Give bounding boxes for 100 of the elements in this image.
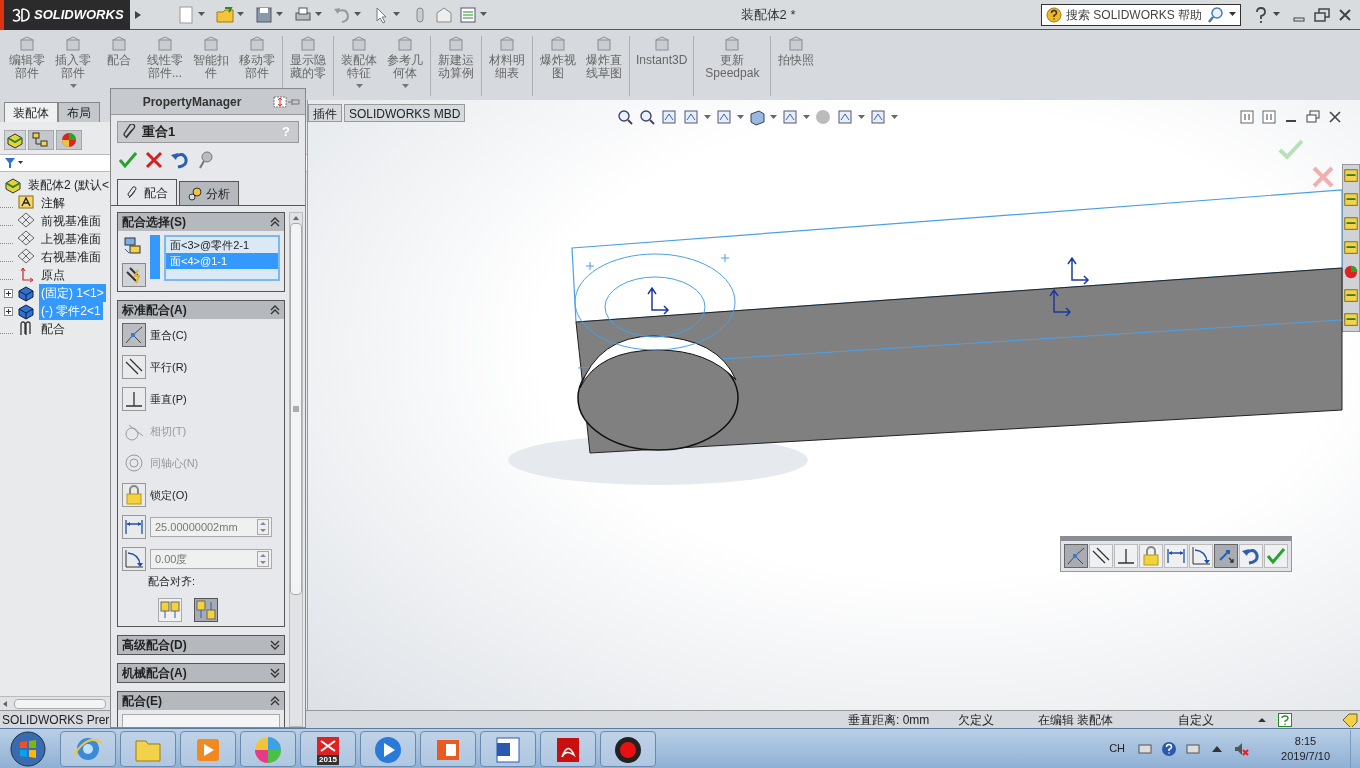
close-icon[interactable] <box>1338 7 1352 22</box>
dropdown-arrow-icon[interactable] <box>891 114 898 120</box>
command-button[interactable]: 材料明细表 <box>484 36 530 80</box>
start-button-icon[interactable] <box>8 729 48 768</box>
dropdown-arrow-icon[interactable] <box>737 114 744 120</box>
zoom-to-fit-icon[interactable] <box>616 108 634 126</box>
mate-popup-button[interactable] <box>1089 544 1113 568</box>
taskbar-button[interactable]: 2015 <box>300 730 356 767</box>
clock-date[interactable]: 2019/7/10 <box>1281 748 1330 764</box>
property-tree-tab-icon[interactable] <box>28 130 54 150</box>
distance-field[interactable]: 25.00000002mm <box>150 517 272 537</box>
mate-type-option[interactable]: 锁定(O) <box>122 483 280 507</box>
swap-selection-icon[interactable] <box>122 235 144 257</box>
open-folder-icon[interactable] <box>215 4 235 25</box>
tree-item[interactable]: 配合 <box>39 320 67 338</box>
command-button[interactable]: 更新 Speedpak <box>696 36 769 80</box>
clock-time[interactable]: 8:15 <box>1294 733 1317 749</box>
help-icon[interactable] <box>1278 712 1292 727</box>
checkmark-icon[interactable] <box>1278 138 1304 160</box>
display-style-icon[interactable] <box>748 108 766 126</box>
feature-tree-tab-icon[interactable] <box>4 130 26 150</box>
spinner-arrows-icon[interactable] <box>257 551 269 567</box>
alignment-button[interactable] <box>194 597 218 622</box>
scrollbar-thumb[interactable] <box>290 223 302 595</box>
zoom-area-icon[interactable] <box>638 108 656 126</box>
dropdown-arrow-icon[interactable] <box>858 114 865 120</box>
section-header[interactable]: 标准配合(A) <box>118 301 284 319</box>
expand-plus-icon[interactable] <box>4 306 13 316</box>
section-header[interactable]: 机械配合(A) <box>118 663 284 682</box>
list-item[interactable]: 面<3>@零件2-1 <box>166 237 278 253</box>
command-button[interactable]: 新建运动算例 <box>433 36 479 80</box>
spinner-arrows-icon[interactable] <box>257 519 269 535</box>
mate-type-option[interactable]: 重合(C) <box>122 323 280 347</box>
horizontal-scrollbar[interactable] <box>0 696 110 710</box>
appearance-tab-icon[interactable] <box>56 130 82 150</box>
tree-item[interactable]: 上视基准面 <box>39 230 103 248</box>
tile-left-icon[interactable] <box>1240 110 1254 124</box>
save-icon[interactable] <box>254 4 274 25</box>
command-button[interactable]: 爆炸直线草图 <box>581 36 627 80</box>
command-button[interactable]: 插入零部件 <box>50 36 96 89</box>
mate-pin-icon[interactable] <box>122 263 146 287</box>
filter-icon[interactable] <box>4 156 24 170</box>
tree-item[interactable]: 右视基准面 <box>39 248 103 266</box>
command-button[interactable]: 显示隐藏的零 <box>285 36 331 80</box>
panel-tab[interactable]: 分析 <box>179 181 239 205</box>
mate-type-option[interactable]: 平行(R) <box>122 355 280 379</box>
dropdown-arrow-icon[interactable] <box>276 12 283 17</box>
dropdown-arrow-icon[interactable] <box>237 12 244 17</box>
close-icon[interactable] <box>143 149 163 169</box>
restore-icon[interactable] <box>1314 7 1330 22</box>
expand-plus-icon[interactable] <box>4 288 13 298</box>
dropdown-arrow-icon[interactable] <box>198 12 205 17</box>
angle-icon[interactable] <box>123 548 145 570</box>
language-indicator[interactable]: CH <box>1109 740 1126 757</box>
taskbar-button[interactable] <box>480 730 536 767</box>
tree-item[interactable]: 前视基准面 <box>39 212 103 230</box>
command-button[interactable]: 编辑零部件 <box>4 36 50 80</box>
command-button[interactable]: 移动零部件 <box>234 36 280 80</box>
dropdown-arrow-icon[interactable] <box>1273 12 1280 17</box>
command-button[interactable]: 线性零部件... <box>142 36 188 80</box>
command-button[interactable]: 装配体特征 <box>336 36 382 89</box>
tree-item[interactable]: 原点 <box>39 266 67 284</box>
restore-icon[interactable] <box>1306 110 1320 124</box>
help-icon[interactable] <box>1161 740 1178 757</box>
section-header[interactable]: 高级配合(D) <box>118 635 284 654</box>
command-button[interactable]: 爆炸视图 <box>535 36 581 80</box>
tree-item[interactable]: 注解 <box>39 194 67 212</box>
dropdown-arrow-icon[interactable] <box>803 114 810 120</box>
section-header[interactable]: 配合选择(S) <box>118 213 284 231</box>
search-field[interactable]: 搜索 SOLIDWORKS 帮助 <box>1041 3 1241 26</box>
vertical-scrollbar[interactable] <box>289 212 303 727</box>
dropdown-arrow-icon[interactable] <box>770 114 777 120</box>
checkmark-icon[interactable] <box>117 149 137 169</box>
mate-popup-button[interactable] <box>1239 544 1263 568</box>
mate-popup-button[interactable] <box>1114 544 1138 568</box>
document-tab[interactable]: SOLIDWORKS MBD <box>344 104 466 122</box>
help-icon[interactable] <box>1253 5 1269 24</box>
panel-tab[interactable]: 配合 <box>117 179 177 205</box>
angle-field[interactable]: 0.00度 <box>150 549 272 569</box>
command-button[interactable]: 拍快照 <box>773 36 820 67</box>
dropdown-arrow-icon[interactable] <box>1229 12 1236 17</box>
tile-right-icon[interactable] <box>1262 110 1276 124</box>
dropdown-arrow-icon[interactable] <box>480 12 487 17</box>
dropdown-arrow-icon[interactable] <box>704 114 711 120</box>
tree-item[interactable]: 装配体2 (默认< <box>26 176 110 194</box>
taskbar-button[interactable] <box>600 730 656 767</box>
mate-type-option[interactable]: 垂直(P) <box>122 387 280 411</box>
expand-arrow-icon[interactable] <box>134 9 142 20</box>
command-button[interactable]: 参考几何体 <box>382 36 428 89</box>
panel-tab[interactable]: 装配体 <box>4 102 58 122</box>
dropdown-arrow-icon[interactable] <box>393 12 400 17</box>
panel-tab[interactable]: 布局 <box>58 102 100 122</box>
mate-popup-button[interactable] <box>1189 544 1213 568</box>
command-button[interactable]: 智能扣件 <box>188 36 234 80</box>
split-panel-icon[interactable] <box>273 95 287 108</box>
command-button[interactable]: 配合 <box>96 36 142 67</box>
dropdown-arrow-icon[interactable] <box>315 12 322 17</box>
document-tab[interactable]: 插件 <box>308 104 342 122</box>
selection-list[interactable]: 面<3>@零件2-1 面<4>@1-1 <box>164 235 280 281</box>
command-button[interactable]: Instant3D <box>632 36 692 67</box>
